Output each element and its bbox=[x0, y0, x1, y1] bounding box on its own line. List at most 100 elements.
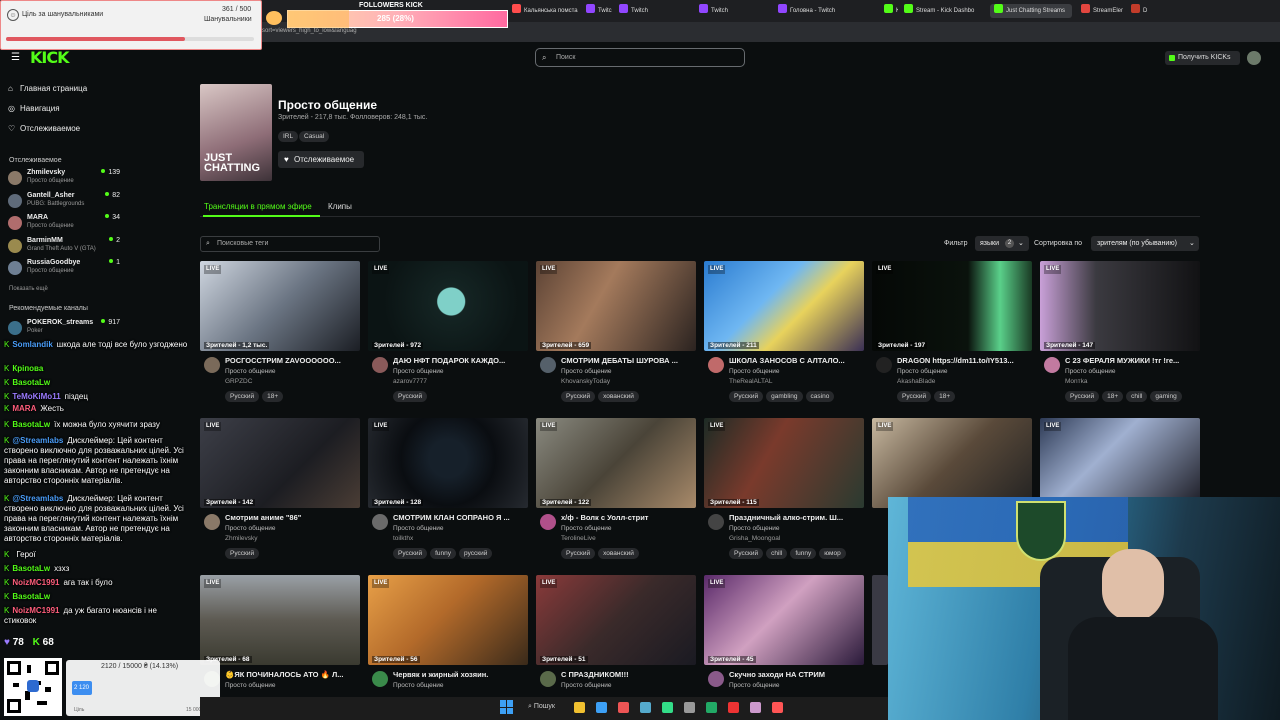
avatar[interactable] bbox=[372, 514, 388, 530]
stream-thumbnail[interactable]: LIVE Зрителей - 211 bbox=[704, 261, 864, 351]
stream-username[interactable]: TheRealALTAL bbox=[729, 378, 772, 385]
stream-thumbnail[interactable]: LIVE Зрителей - 45 bbox=[704, 575, 864, 665]
stream-tag[interactable]: gambling bbox=[766, 391, 803, 402]
stream-category[interactable]: Просто общение bbox=[561, 368, 612, 375]
stream-username[interactable]: KhovanskyToday bbox=[561, 378, 610, 385]
avatar[interactable] bbox=[540, 671, 556, 687]
stream-card[interactable]: LIVE Зрителей - 51 С ПРАЗДНИКОМ!!! Просто о… bbox=[536, 575, 696, 697]
stream-category[interactable]: Просто общение bbox=[561, 525, 612, 532]
browser-tab[interactable]: Головна - Twitch bbox=[774, 4, 869, 18]
stream-card[interactable]: LIVE Зрителей - 122 х/ф - Волк с Уолл-стри… bbox=[536, 418, 696, 568]
chat-username[interactable]: @Streamlabs bbox=[12, 436, 63, 445]
avatar[interactable] bbox=[708, 357, 724, 373]
obs-icon[interactable] bbox=[772, 702, 783, 713]
browser-tab[interactable]: StreamElements bbox=[1077, 4, 1123, 18]
stream-card[interactable]: LIVE bbox=[872, 418, 1032, 508]
stream-category[interactable]: Просто общение bbox=[393, 525, 444, 532]
stream-thumbnail[interactable]: LIVE Зрителей - 1,2 тыс. bbox=[200, 261, 360, 351]
stream-thumbnail[interactable]: LIVE bbox=[1040, 418, 1200, 508]
stream-card[interactable] bbox=[872, 575, 888, 665]
stream-title[interactable]: СМОТРИМ КЛАН СОПРАНО Я ... bbox=[393, 513, 528, 522]
stream-tag[interactable]: gaming bbox=[1150, 391, 1182, 402]
stream-thumbnail[interactable]: LIVE Зрителей - 128 bbox=[368, 418, 528, 508]
stream-category[interactable]: Просто общение bbox=[225, 525, 276, 532]
stream-title[interactable]: Червяк и жирный хозяин. bbox=[393, 670, 528, 679]
app-icon[interactable] bbox=[662, 702, 673, 713]
browser-tab[interactable]: KICK bbox=[880, 4, 898, 18]
chat-username[interactable]: MARA bbox=[12, 404, 36, 413]
stream-thumbnail[interactable]: LIVE Зрителей - 197 bbox=[872, 261, 1032, 351]
stream-card[interactable]: LIVE Зрителей - 972 ДАЮ НФТ ПОДАРОК КАЖДО.… bbox=[368, 261, 528, 411]
stream-title[interactable]: Скучно заходи НА СТРИМ bbox=[729, 670, 864, 679]
stream-tag[interactable]: funny bbox=[430, 548, 457, 559]
stream-title[interactable]: РОСГОССТРИМ ZAVOOOOOO... bbox=[225, 356, 360, 365]
stream-tag[interactable]: funny bbox=[790, 548, 817, 559]
stream-category[interactable]: Просто общение bbox=[225, 682, 276, 689]
stream-title[interactable]: С 23 ФЕРАЛЯ МУЖИКИ !тг !re... bbox=[1065, 356, 1200, 365]
app-icon[interactable] bbox=[750, 702, 761, 713]
browser-tab[interactable]: Stream - Kick Dashbo bbox=[900, 4, 985, 18]
kick-logo[interactable]: KICK bbox=[30, 48, 69, 67]
chat-username[interactable]: BasotaLw bbox=[12, 592, 50, 601]
stream-thumbnail[interactable]: LIVE Зрителей - 972 bbox=[368, 261, 528, 351]
stream-tag[interactable]: Русский bbox=[729, 548, 764, 559]
avatar[interactable] bbox=[1044, 357, 1060, 373]
stream-tag[interactable]: хованский bbox=[598, 391, 639, 402]
stream-card[interactable]: LIVE Зрителей - 68 👶ЯК ПОЧИНАЛОСЬ АТО 🔥 Л.… bbox=[200, 575, 360, 697]
following-channel[interactable]: MARA Просто общение 34 bbox=[8, 214, 120, 232]
stream-username[interactable]: Grisha_Moongoal bbox=[729, 535, 780, 542]
stream-category[interactable]: Просто общение bbox=[393, 682, 444, 689]
stream-tag[interactable]: Русский bbox=[561, 391, 596, 402]
browser-tab[interactable]: Twitch bbox=[695, 4, 765, 18]
edge-icon[interactable] bbox=[596, 702, 607, 713]
stream-card[interactable]: LIVE Зрителей - 211 ШКОЛА ЗАНОСОВ С АЛТАЛО… bbox=[704, 261, 864, 411]
stream-thumbnail[interactable]: LIVE bbox=[872, 418, 1032, 508]
chat-username[interactable]: NoizMC1991 bbox=[12, 578, 59, 587]
stream-tag[interactable]: Русский bbox=[897, 391, 932, 402]
chat-username[interactable]: Somlandik bbox=[12, 340, 52, 349]
stream-card[interactable]: LIVE Зрителей - 1,2 тыс. РОСГОССТРИМ ZAVOO… bbox=[200, 261, 360, 411]
stream-tag[interactable]: 18+ bbox=[934, 391, 956, 402]
browser-tab[interactable]: Just Chatting Streams bbox=[990, 4, 1072, 18]
telegram-icon[interactable] bbox=[640, 702, 651, 713]
following-channel[interactable]: Zhmilevsky Просто общение 139 bbox=[8, 169, 120, 187]
url-text[interactable]: sort=viewers_high_to_low&languag bbox=[262, 28, 357, 34]
stream-tag[interactable]: Русский bbox=[225, 391, 260, 402]
follow-category-button[interactable]: ♥ Отслеживаемое bbox=[278, 151, 364, 168]
chat-username[interactable]: TeMoKiMo11 bbox=[12, 392, 60, 401]
get-kicks-button[interactable]: Получить KICKs bbox=[1165, 51, 1240, 65]
browser-tab[interactable]: Кальянська помста Уз bbox=[508, 4, 578, 18]
stream-username[interactable]: GRPZDC bbox=[225, 378, 252, 385]
stream-title[interactable]: ШКОЛА ЗАНОСОВ С АЛТАЛО... bbox=[729, 356, 864, 365]
stream-title[interactable]: DRAGON https://dm11.to/IY513... bbox=[897, 356, 1032, 365]
show-more-link[interactable]: Показать ещё bbox=[9, 286, 48, 292]
avatar[interactable] bbox=[372, 671, 388, 687]
sidebar-following[interactable]: ♡ Отслеживаемое bbox=[8, 124, 80, 133]
stream-tag[interactable]: Русский bbox=[1065, 391, 1100, 402]
stream-title[interactable]: СМОТРИМ ДЕБАТЫ ШУРОВА ... bbox=[561, 356, 696, 365]
avatar[interactable] bbox=[708, 514, 724, 530]
stream-category[interactable]: Просто общение bbox=[729, 525, 780, 532]
stream-tag[interactable]: Русский bbox=[393, 391, 428, 402]
stream-title[interactable]: 👶ЯК ПОЧИНАЛОСЬ АТО 🔥 Л... bbox=[225, 670, 360, 679]
browser-tab[interactable]: Dota2 bbox=[1127, 4, 1147, 18]
sidebar-home[interactable]: ⌂ Главная страница bbox=[8, 84, 87, 93]
stream-title[interactable]: Смотрим аниме "86" bbox=[225, 513, 360, 522]
stream-thumbnail[interactable]: LIVE Зрителей - 142 bbox=[200, 418, 360, 508]
stream-tag[interactable]: chill bbox=[1126, 391, 1148, 402]
stream-category[interactable]: Просто общение bbox=[729, 368, 780, 375]
app-icon[interactable] bbox=[706, 702, 717, 713]
stream-tag[interactable]: русский bbox=[459, 548, 493, 559]
stream-card[interactable]: LIVE Зрителей - 142 Смотрим аниме "86" Прос… bbox=[200, 418, 360, 568]
stream-tag[interactable]: Русский bbox=[225, 548, 260, 559]
stream-tag[interactable]: 18+ bbox=[262, 391, 284, 402]
chrome-icon[interactable] bbox=[728, 702, 739, 713]
stream-tag[interactable]: Русский bbox=[561, 548, 596, 559]
following-channel[interactable]: BarminMM Grand Theft Auto V (GTA) 2 bbox=[8, 237, 120, 255]
stream-thumbnail[interactable]: LIVE Зрителей - 56 bbox=[368, 575, 528, 665]
stream-tag[interactable]: Русский bbox=[393, 548, 428, 559]
tab-live-streams[interactable]: Трансляции в прямом эфире bbox=[204, 202, 312, 211]
folder-icon[interactable] bbox=[574, 702, 585, 713]
firefox-icon[interactable] bbox=[618, 702, 629, 713]
taskbar-search[interactable]: ⌕ Пошук bbox=[528, 703, 555, 711]
